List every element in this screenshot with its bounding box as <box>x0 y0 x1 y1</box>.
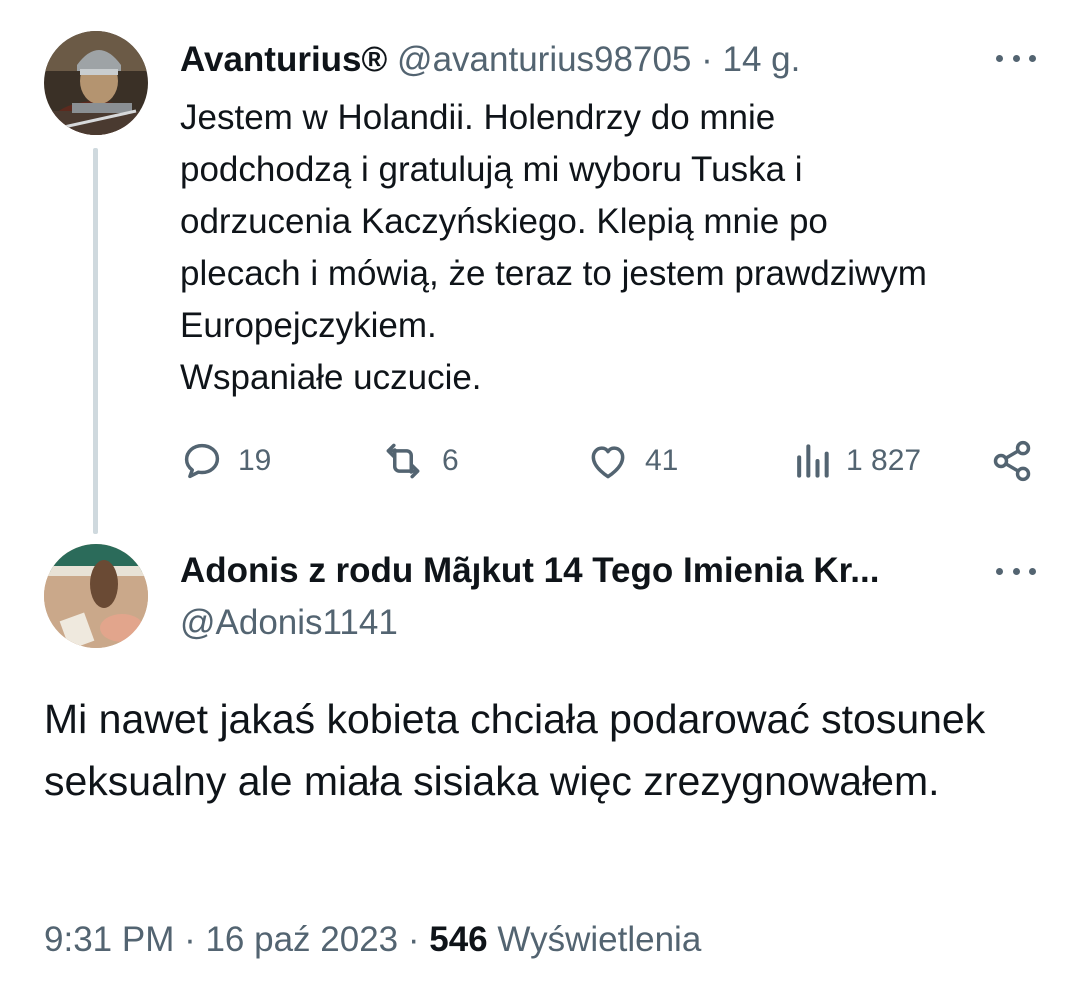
views-count: 1 827 <box>846 444 922 477</box>
thread-line <box>93 148 98 534</box>
heart-icon <box>591 446 625 479</box>
repost-button[interactable]: 6 <box>378 437 459 485</box>
share-icon <box>993 440 1031 482</box>
views-icon <box>797 444 829 478</box>
like-button[interactable]: 41 <box>585 437 678 485</box>
repost-icon <box>386 443 420 479</box>
author-name[interactable]: Avanturius® <box>180 40 387 79</box>
reply-button[interactable]: 19 <box>180 437 271 485</box>
like-count: 41 <box>645 444 679 477</box>
reply-author-name[interactable]: Adonis z rodu Mãȷkut 14 Tego Imienia Kr.… <box>180 548 879 594</box>
tweet-meta: 9:31 PM · 16 paź 2023 · 546 Wyświetlenia <box>44 915 701 965</box>
tweet-header: Avanturius® @avanturius98705 · 14 g. <box>180 36 800 84</box>
more-icon[interactable] <box>996 48 1036 68</box>
avatar-image <box>44 31 148 135</box>
repost-count: 6 <box>442 444 459 477</box>
reply-author-handle[interactable]: @Adonis1141 <box>180 600 398 646</box>
header-separator: · <box>701 40 713 79</box>
views-button[interactable]: 1 827 <box>792 437 921 485</box>
reply-icon <box>184 443 220 479</box>
views-label: Wyświetlenia <box>497 920 702 959</box>
share-button[interactable] <box>990 437 1034 485</box>
reply-more-icon[interactable] <box>996 561 1036 581</box>
tweet-text: Jestem w Holandii. Holendrzy do mnie pod… <box>180 98 927 397</box>
tweet-time[interactable]: 14 g. <box>723 40 801 79</box>
reply-text: Mi nawet jakaś kobieta chciała podarować… <box>44 696 986 804</box>
timestamp[interactable]: 9:31 PM · 16 paź 2023 · <box>44 920 420 959</box>
tweet-actions: 19 6 41 1 827 <box>180 437 1040 485</box>
reply-views-count: 546 <box>429 920 488 959</box>
avatar[interactable] <box>44 31 148 135</box>
reply-count: 19 <box>238 444 272 477</box>
author-handle[interactable]: @avanturius98705 <box>397 40 691 79</box>
reply-avatar[interactable] <box>44 544 148 648</box>
reply-avatar-image <box>44 544 148 648</box>
